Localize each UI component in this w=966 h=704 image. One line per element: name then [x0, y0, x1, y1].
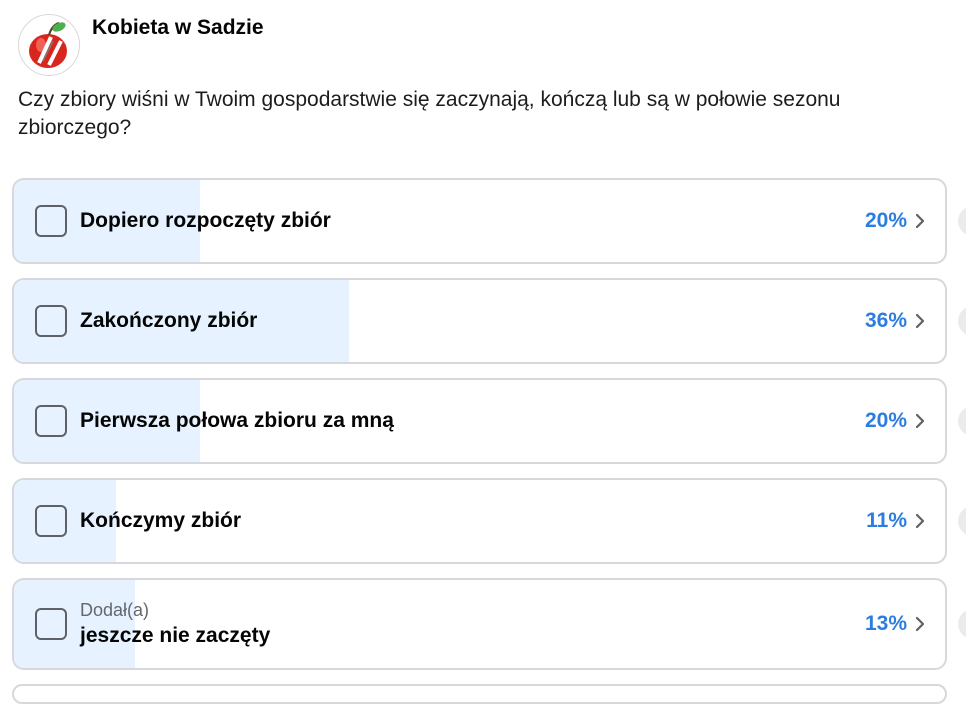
chevron-right-icon — [915, 413, 925, 429]
apple-logo-icon — [29, 22, 67, 68]
poll-option[interactable]: Zakończony zbiór 36% — [12, 278, 947, 364]
poll-option[interactable]: Dodał(a) jeszcze nie zaczęty 13% — [12, 578, 947, 670]
option-label: Kończymy zbiór — [80, 509, 242, 532]
option-result[interactable]: 20% — [865, 209, 927, 233]
poll-option[interactable]: Kończymy zbiór 11% — [12, 478, 947, 564]
poll-options: Dopiero rozpoczęty zbiór 20% Zakończony … — [12, 178, 947, 684]
option-result[interactable]: 13% — [865, 612, 927, 636]
chevron-right-icon — [915, 513, 925, 529]
checkbox-icon[interactable] — [35, 405, 67, 437]
option-label: jeszcze nie zaczęty — [80, 624, 271, 647]
side-avatar-strip — [958, 178, 966, 678]
chevron-right-icon — [915, 616, 925, 632]
next-option-edge — [12, 684, 947, 704]
option-percent: 20% — [864, 209, 907, 232]
option-percent: 36% — [864, 309, 907, 332]
checkbox-icon[interactable] — [35, 505, 67, 537]
option-label-stack: Dodał(a) jeszcze nie zaczęty — [80, 598, 270, 650]
group-name[interactable]: Kobieta w Sadzie — [92, 16, 264, 40]
option-percent: 11% — [866, 509, 907, 532]
chevron-right-icon — [915, 313, 925, 329]
option-result[interactable]: 20% — [865, 409, 927, 433]
group-avatar[interactable] — [18, 14, 80, 76]
post-header: Kobieta w Sadzie — [18, 14, 264, 76]
added-by-label: Dodał(a) — [80, 600, 150, 620]
poll-question: Czy zbiory wiśni w Twoim gospodarstwie s… — [18, 88, 841, 139]
checkbox-icon[interactable] — [35, 608, 67, 640]
option-label: Zakończony zbiór — [80, 309, 258, 332]
option-result[interactable]: 11% — [866, 509, 927, 533]
checkbox-icon[interactable] — [35, 205, 67, 237]
poll-option[interactable]: Dopiero rozpoczęty zbiór 20% — [12, 178, 947, 264]
chevron-right-icon — [915, 213, 925, 229]
option-percent: 13% — [864, 612, 907, 635]
option-label: Dopiero rozpoczęty zbiór — [80, 209, 331, 232]
poll-option[interactable]: Pierwsza połowa zbioru za mną 20% — [12, 378, 947, 464]
checkbox-icon[interactable] — [35, 305, 67, 337]
option-label: Pierwsza połowa zbioru za mną — [80, 409, 394, 432]
option-result[interactable]: 36% — [865, 309, 927, 333]
option-percent: 20% — [864, 409, 907, 432]
